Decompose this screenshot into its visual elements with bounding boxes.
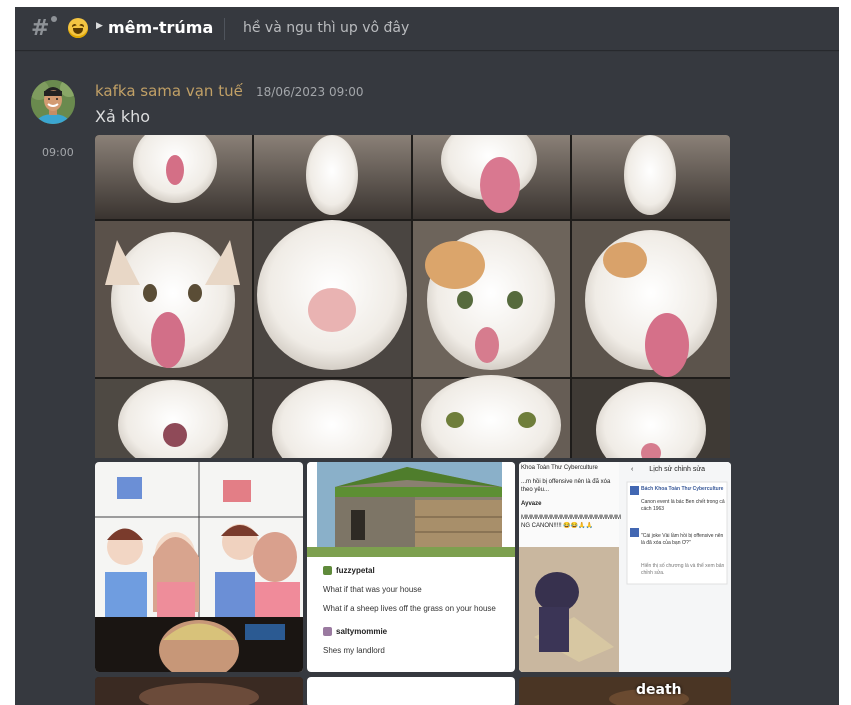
message-timestamp: 18/06/2023 09:00	[256, 85, 364, 99]
channel-header: # ▶ mêm-trúma hề và ngu thì up vô đây	[15, 7, 839, 50]
attachment-gallery-row-2: death	[95, 677, 731, 705]
tumblr-post-image[interactable]: fuzzypetal What if that was your house W…	[307, 462, 515, 672]
tumblr-line: What if a sheep lives off the grass on y…	[323, 604, 496, 613]
screenshot-line: Ayvaze	[521, 501, 542, 507]
attachment-gallery: fuzzypetal What if that was your house W…	[95, 462, 731, 674]
tumblr-line: What if that was your house	[323, 585, 422, 594]
caret-right-icon: ▶	[96, 21, 103, 31]
channel-name[interactable]: mêm-trúma	[108, 18, 213, 38]
edit-history-screenshot-image[interactable]: Khoa Toàn Thư Cyberculture ...m hồi bị o…	[519, 462, 731, 672]
screenshot-line: NG CANON!!!!! 😂😂🙏🙏	[521, 523, 594, 529]
thread-icon: #	[31, 16, 57, 41]
screenshot-post-title: Bách Khoa Toàn Thư Cyberculture	[641, 486, 724, 492]
message-content: Xả kho	[95, 107, 151, 126]
cat-collage-image[interactable]	[95, 135, 730, 458]
screenshot-post-text: "Cái joke Vài lầm hồi bị offensive nên l…	[641, 533, 724, 546]
screenshot-line: MMMMMMMMMMMMMMMMMMMM	[521, 515, 621, 521]
avatar-icon	[323, 627, 332, 636]
tumblr-line: Shes my landlord	[323, 646, 385, 655]
meme-comic-image[interactable]	[95, 462, 303, 672]
back-chevron-icon: ‹	[631, 466, 634, 473]
rolling-on-floor-laughing-emoji-icon	[68, 18, 88, 38]
avatar-image	[31, 80, 75, 124]
side-timestamp: 09:00	[42, 146, 74, 159]
tumblr-username: saltymommie	[336, 627, 388, 636]
image-caption: death	[636, 682, 682, 698]
channel-topic[interactable]: hề và ngu thì up vô đây	[243, 19, 409, 37]
screenshot-post: Bách Khoa Toàn Thư Cyberculture Canon ev…	[641, 486, 727, 577]
screenshot-left-text: Khoa Toàn Thư Cyberculture ...m hồi bị o…	[521, 464, 621, 530]
gallery-image[interactable]	[519, 677, 731, 705]
avatar-icon	[323, 566, 332, 575]
avatar[interactable]	[31, 80, 75, 124]
screenshot-header-right: ‹ Lịch sử chỉnh sửa	[631, 466, 705, 473]
tumblr-post-body: fuzzypetal What if that was your house W…	[323, 566, 496, 655]
screenshot-line: ...m hồi bị offensive nên là đã xóa theo…	[521, 479, 611, 493]
gallery-image[interactable]	[307, 677, 515, 705]
gallery-image[interactable]	[95, 677, 303, 705]
screenshot-header-left: Khoa Toàn Thư Cyberculture	[521, 465, 598, 471]
cat-collage	[95, 135, 730, 458]
discord-window: # ▶ mêm-trúma hề và ngu thì up vô đây ka…	[15, 7, 839, 705]
message-author[interactable]: kafka sama vạn tuế	[95, 81, 243, 101]
header-divider	[224, 18, 225, 40]
screenshot-footer: Hiển thị số chương là và thể xem bản chỉ…	[641, 563, 725, 576]
screenshot-post-text: Canon event là bác Ben chết trong cả các…	[641, 499, 725, 512]
tumblr-username: fuzzypetal	[336, 566, 375, 575]
